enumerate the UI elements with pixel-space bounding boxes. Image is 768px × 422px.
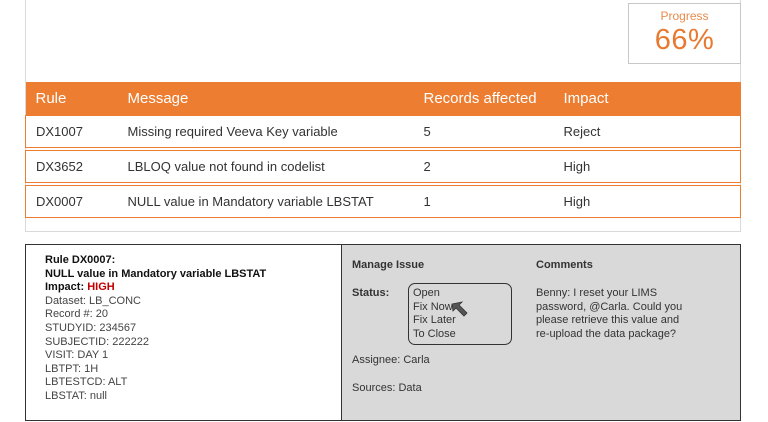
detail-field-visit: VISIT: DAY 1 xyxy=(45,349,109,362)
column-header-message[interactable]: Message xyxy=(117,82,414,115)
cell-records: 5 xyxy=(413,114,554,148)
table-row[interactable]: DX3652 LBLOQ value not found in codelist… xyxy=(25,149,741,183)
cell-impact: High xyxy=(553,184,741,218)
assignee-text[interactable]: Assignee: Carla xyxy=(352,354,430,366)
status-option-to-close[interactable]: To Close xyxy=(413,328,511,342)
table-row[interactable]: DX1007 Missing required Veeva Key variab… xyxy=(25,114,741,148)
cell-impact: Reject xyxy=(553,114,741,148)
cell-message: LBLOQ value not found in codelist xyxy=(117,149,414,183)
detail-field-lbtpt: LBTPT: 1H xyxy=(45,362,99,375)
cell-message: Missing required Veeva Key variable xyxy=(117,114,414,148)
column-header-impact[interactable]: Impact xyxy=(553,82,741,115)
cursor-arrow-icon xyxy=(451,301,468,317)
column-header-records[interactable]: Records affected xyxy=(413,82,554,115)
cell-rule: DX3652 xyxy=(25,149,118,183)
cell-impact: High xyxy=(553,149,741,183)
manage-issue-panel: Manage Issue Status: Open Fix Now Fix La… xyxy=(342,245,740,420)
impact-value: HIGH xyxy=(87,281,115,294)
comment-text: Benny: I reset your LIMS password, @Carl… xyxy=(536,287,683,340)
sources-text: Sources: Data xyxy=(352,382,422,394)
impact-line: Impact: HIGH xyxy=(45,281,341,295)
status-option-open[interactable]: Open xyxy=(413,287,511,301)
issue-detail-panel: Rule DX0007: NULL value in Mandatory var… xyxy=(25,244,741,421)
cell-records: 1 xyxy=(413,184,554,218)
cell-message: NULL value in Mandatory variable LBSTAT xyxy=(117,184,414,218)
detail-field-lbstat: LBSTAT: null xyxy=(45,389,107,402)
table-header-row: Rule Message Records affected Impact xyxy=(25,82,741,115)
rules-table: Rule Message Records affected Impact DX1… xyxy=(25,82,741,218)
detail-field-dataset: Dataset: LB_CONC xyxy=(45,294,141,307)
impact-label: Impact: xyxy=(45,281,85,294)
cell-rule: DX1007 xyxy=(25,114,118,148)
table-row[interactable]: DX0007 NULL value in Mandatory variable … xyxy=(25,184,741,218)
progress-label: Progress xyxy=(660,9,709,23)
manage-issue-title: Manage Issue xyxy=(352,259,425,271)
rule-detail: Rule DX0007: NULL value in Mandatory var… xyxy=(26,245,342,420)
detail-field-studyid: STUDYID: 234567 xyxy=(45,321,137,334)
cell-rule: DX0007 xyxy=(25,184,118,218)
detail-field-subjectid: SUBJECTID: 222222 xyxy=(45,335,149,348)
cell-records: 2 xyxy=(413,149,554,183)
column-header-rule[interactable]: Rule xyxy=(25,82,118,115)
progress-card: Progress 66% xyxy=(628,3,741,64)
comments-title: Comments xyxy=(536,259,593,271)
rule-message: NULL value in Mandatory variable LBSTAT xyxy=(45,267,267,280)
status-label: Status: xyxy=(352,287,390,299)
progress-value: 66% xyxy=(654,24,715,56)
rule-title: Rule DX0007: xyxy=(45,254,116,266)
detail-field-record: Record #: 20 xyxy=(45,308,108,321)
detail-field-lbtestcd: LBTESTCD: ALT xyxy=(45,376,128,389)
